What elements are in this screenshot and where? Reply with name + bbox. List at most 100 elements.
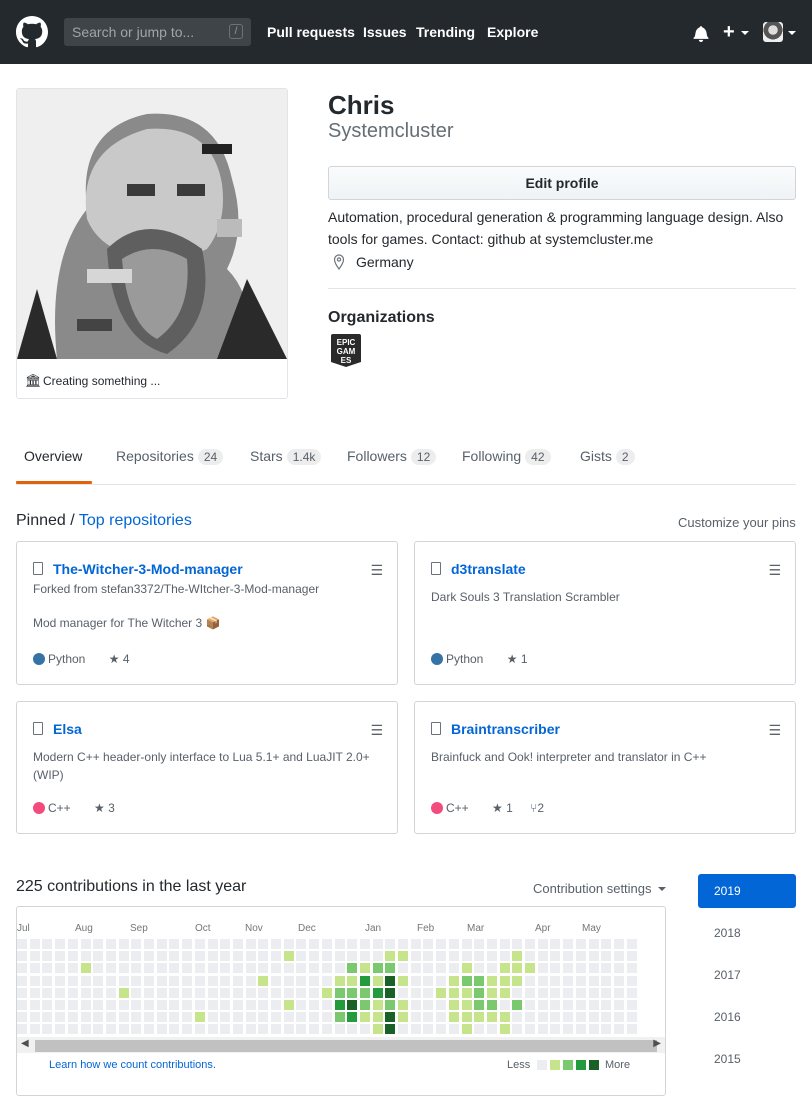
contribution-day-cell[interactable] [423,975,434,986]
contribution-day-cell[interactable] [486,975,497,986]
contribution-day-cell[interactable] [245,1012,256,1023]
contribution-day-cell[interactable] [309,975,320,986]
contribution-day-cell[interactable] [512,1024,523,1035]
contribution-day-cell[interactable] [499,1024,510,1035]
contribution-day-cell[interactable] [296,963,307,974]
contribution-day-cell[interactable] [93,987,104,998]
contribution-day-cell[interactable] [372,987,383,998]
contribution-day-cell[interactable] [131,1024,142,1035]
contribution-day-cell[interactable] [372,939,383,949]
contribution-day-cell[interactable] [626,987,637,998]
contribution-day-cell[interactable] [258,1000,269,1010]
contribution-day-cell[interactable] [563,963,574,974]
calendar-scrollbar[interactable]: ◀ ▶ [17,1037,665,1053]
contribution-day-cell[interactable] [207,951,218,962]
contribution-day-cell[interactable] [80,939,91,949]
contribution-day-cell[interactable] [537,975,548,986]
contribution-day-cell[interactable] [93,951,104,962]
contribution-day-cell[interactable] [17,1000,27,1010]
contribution-day-cell[interactable] [232,987,243,998]
contribution-day-cell[interactable] [575,987,586,998]
contribution-day-cell[interactable] [601,939,612,949]
contribution-day-cell[interactable] [474,963,485,974]
contribution-day-cell[interactable] [588,951,599,962]
contribution-day-cell[interactable] [448,1000,459,1010]
contribution-day-cell[interactable] [245,1000,256,1010]
contribution-day-cell[interactable] [512,939,523,949]
contribution-day-cell[interactable] [563,1024,574,1035]
contribution-day-cell[interactable] [296,951,307,962]
contribution-day-cell[interactable] [29,963,40,974]
contribution-day-cell[interactable] [93,963,104,974]
contribution-day-cell[interactable] [448,987,459,998]
user-status[interactable]: 🏛Creating something ... [25,373,160,389]
contribution-day-cell[interactable] [398,1024,408,1035]
contribution-day-cell[interactable] [436,951,447,962]
contribution-day-cell[interactable] [474,1024,485,1035]
contribution-day-cell[interactable] [232,1024,243,1035]
contribution-day-cell[interactable] [156,975,167,986]
contribution-day-cell[interactable] [283,1024,294,1035]
chevron-down-icon[interactable] [741,31,749,35]
contribution-day-cell[interactable] [283,951,294,962]
contribution-day-cell[interactable] [575,1012,586,1023]
contribution-day-cell[interactable] [42,1000,53,1010]
contribution-day-cell[interactable] [601,951,612,962]
contribution-day-cell[interactable] [80,975,91,986]
contribution-day-cell[interactable] [550,963,561,974]
contribution-day-cell[interactable] [245,951,256,962]
contribution-day-cell[interactable] [575,1024,586,1035]
tab-repositories[interactable]: Repositories 24 [116,448,224,465]
contribution-day-cell[interactable] [347,1012,358,1023]
contribution-day-cell[interactable] [144,987,154,998]
repo-name-link[interactable]: The-Witcher-3-Mod-manager [53,561,243,577]
contribution-day-cell[interactable] [537,951,548,962]
contribution-day-cell[interactable] [486,1000,497,1010]
contribution-day-cell[interactable] [17,1012,27,1023]
contribution-day-cell[interactable] [448,939,459,949]
tab-overview[interactable]: Overview [24,448,82,464]
contribution-day-cell[interactable] [80,987,91,998]
contribution-day-cell[interactable] [613,951,624,962]
contribution-day-cell[interactable] [347,975,358,986]
contribution-day-cell[interactable] [588,1012,599,1023]
contribution-day-cell[interactable] [563,975,574,986]
contribution-day-cell[interactable] [410,939,421,949]
contribution-day-cell[interactable] [423,963,434,974]
contribution-day-cell[interactable] [169,975,180,986]
contribution-day-cell[interactable] [423,939,434,949]
nav-pull-requests[interactable]: Pull requests [267,24,355,40]
contribution-day-cell[interactable] [550,1024,561,1035]
repo-stars[interactable]: 1 [506,801,513,815]
contribution-day-cell[interactable] [423,1024,434,1035]
contribution-day-cell[interactable] [182,951,193,962]
contribution-day-cell[interactable] [258,987,269,998]
contribution-day-cell[interactable] [118,987,129,998]
contribution-day-cell[interactable] [461,1000,472,1010]
contribution-day-cell[interactable] [575,939,586,949]
contribution-day-cell[interactable] [245,1024,256,1035]
contribution-day-cell[interactable] [271,1012,281,1023]
contribution-day-cell[interactable] [169,951,180,962]
contribution-day-cell[interactable] [601,1024,612,1035]
contribution-day-cell[interactable] [525,1024,535,1035]
contribution-day-cell[interactable] [334,1024,345,1035]
contribution-day-cell[interactable] [398,963,408,974]
contribution-day-cell[interactable] [347,1024,358,1035]
contribution-day-cell[interactable] [563,987,574,998]
user-avatar-small[interactable] [763,22,783,42]
contribution-day-cell[interactable] [309,1024,320,1035]
contribution-day-cell[interactable] [194,939,205,949]
contribution-day-cell[interactable] [410,963,421,974]
contribution-day-cell[interactable] [436,987,447,998]
contribution-day-cell[interactable] [359,963,370,974]
contribution-day-cell[interactable] [105,963,116,974]
contribution-day-cell[interactable] [525,1000,535,1010]
contribution-day-cell[interactable] [436,975,447,986]
contribution-day-cell[interactable] [156,939,167,949]
contribution-day-cell[interactable] [499,1000,510,1010]
contribution-day-cell[interactable] [55,963,66,974]
contribution-day-cell[interactable] [93,939,104,949]
contribution-day-cell[interactable] [118,939,129,949]
contribution-day-cell[interactable] [131,951,142,962]
